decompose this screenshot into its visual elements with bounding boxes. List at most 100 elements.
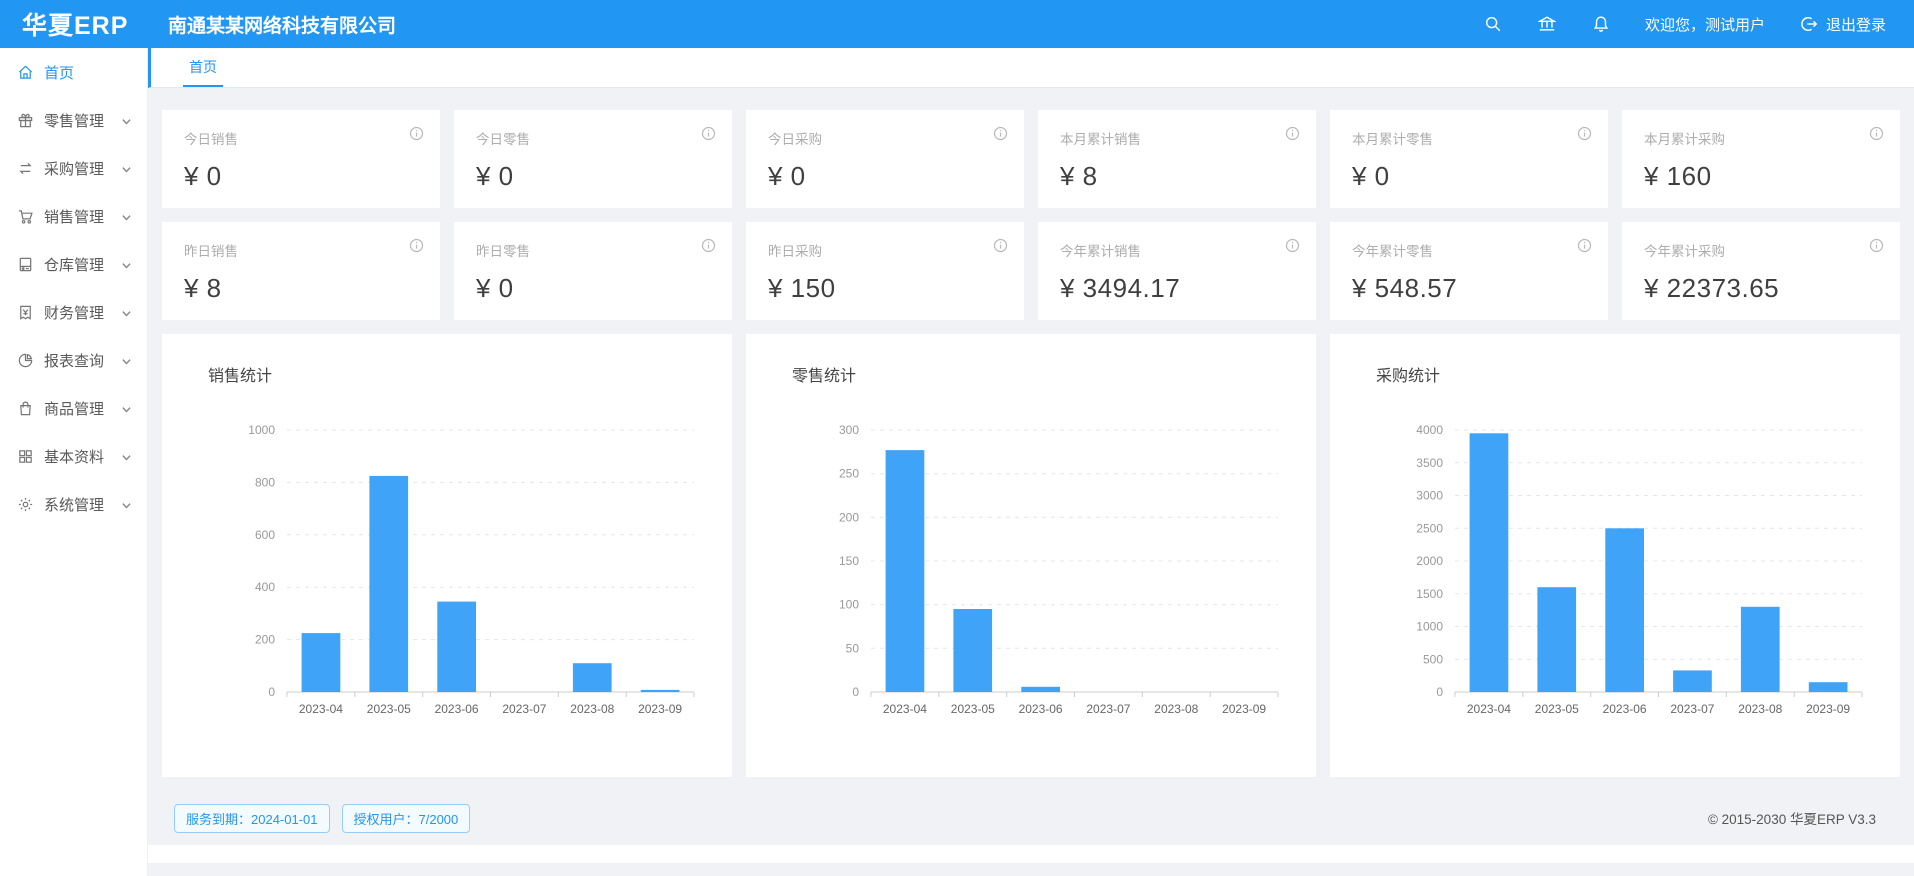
- copyright-text: © 2015-2030 华夏ERP V3.3: [1708, 808, 1890, 828]
- logout-button[interactable]: 退出登录: [1799, 14, 1886, 35]
- svg-text:2023-08: 2023-08: [1154, 702, 1198, 716]
- info-icon[interactable]: [993, 238, 1008, 258]
- info-icon[interactable]: [701, 238, 716, 258]
- bar-chart: 0501001502002503002023-042023-052023-062…: [766, 400, 1296, 732]
- info-icon[interactable]: [1285, 126, 1300, 146]
- chart-plot: 020040060080010002023-042023-052023-0620…: [182, 400, 712, 737]
- sidebar-item-label: 系统管理: [44, 494, 104, 515]
- chart-card-1: 零售统计 0501001502002503002023-042023-05202…: [746, 334, 1316, 777]
- sidebar-item-label: 基本资料: [44, 446, 104, 467]
- svg-text:2023-06: 2023-06: [1603, 702, 1647, 716]
- chevron-down-icon: [121, 258, 132, 275]
- chevron-down-icon: [121, 354, 132, 371]
- stat-card: 昨日零售 ¥ 0: [454, 222, 732, 320]
- sidebar-item-goods[interactable]: 商品管理: [0, 384, 147, 432]
- stat-card-label: 今日销售: [184, 128, 420, 148]
- stat-card-value: ¥ 548.57: [1352, 273, 1588, 304]
- charts-row: 销售统计 020040060080010002023-042023-052023…: [162, 334, 1900, 777]
- chart-plot: 050010001500200025003000350040002023-042…: [1350, 400, 1880, 737]
- svg-text:2023-04: 2023-04: [299, 702, 343, 716]
- svg-text:2500: 2500: [1416, 521, 1443, 535]
- chart-title: 销售统计: [208, 362, 712, 386]
- info-icon[interactable]: [701, 126, 716, 146]
- sidebar-item-finance[interactable]: 财务管理: [0, 288, 147, 336]
- svg-text:0: 0: [268, 685, 275, 699]
- stat-card: 本月累计销售 ¥ 8: [1038, 110, 1316, 208]
- stat-card-label: 昨日零售: [476, 240, 712, 260]
- sidebar-item-basic[interactable]: 基本资料: [0, 432, 147, 480]
- stat-card-value: ¥ 22373.65: [1644, 273, 1880, 304]
- stat-card-label: 昨日销售: [184, 240, 420, 260]
- svg-text:2023-08: 2023-08: [570, 702, 614, 716]
- chevron-down-icon: [121, 306, 132, 323]
- stat-card: 今年累计零售 ¥ 548.57: [1330, 222, 1608, 320]
- svg-text:150: 150: [839, 554, 859, 568]
- stat-card: 本月累计零售 ¥ 0: [1330, 110, 1608, 208]
- stat-card: 今日销售 ¥ 0: [162, 110, 440, 208]
- sidebar-item-warehouse[interactable]: 仓库管理: [0, 240, 147, 288]
- gift-icon: [17, 112, 34, 129]
- sidebar-item-retail[interactable]: 零售管理: [0, 96, 147, 144]
- bank-icon[interactable]: [1537, 14, 1557, 34]
- app-logo: 华夏ERP: [0, 6, 150, 42]
- chart-title: 零售统计: [792, 362, 1296, 386]
- gear-icon: [17, 496, 34, 513]
- sidebar-item-label: 销售管理: [44, 206, 104, 227]
- info-icon[interactable]: [1869, 126, 1884, 146]
- svg-text:100: 100: [839, 598, 859, 612]
- svg-text:200: 200: [839, 510, 859, 524]
- info-icon[interactable]: [409, 126, 424, 146]
- search-icon[interactable]: [1483, 14, 1503, 34]
- stat-card-label: 昨日采购: [768, 240, 1004, 260]
- info-icon[interactable]: [1577, 238, 1592, 258]
- footer-badges: 服务到期：2024-01-01授权用户：7/2000: [174, 804, 1708, 833]
- stat-card: 今日零售 ¥ 0: [454, 110, 732, 208]
- stat-card-value: ¥ 8: [1060, 161, 1296, 192]
- stat-card-label: 本月累计零售: [1352, 128, 1588, 148]
- tab-bar: 首页: [148, 48, 1914, 88]
- svg-text:400: 400: [255, 580, 275, 594]
- welcome-user[interactable]: 欢迎您，测试用户: [1645, 14, 1765, 35]
- sidebar-item-system[interactable]: 系统管理: [0, 480, 147, 528]
- sidebar-item-sales[interactable]: 销售管理: [0, 192, 147, 240]
- stat-card-label: 今年累计零售: [1352, 240, 1588, 260]
- stat-card-value: ¥ 0: [184, 161, 420, 192]
- svg-text:2023-09: 2023-09: [1222, 702, 1266, 716]
- info-icon[interactable]: [409, 238, 424, 258]
- info-icon[interactable]: [1285, 238, 1300, 258]
- stat-card-value: ¥ 150: [768, 273, 1004, 304]
- sidebar-item-purchase[interactable]: 采购管理: [0, 144, 147, 192]
- svg-text:2023-04: 2023-04: [883, 702, 927, 716]
- money-icon: [17, 304, 34, 321]
- pie-icon: [17, 352, 34, 369]
- footer-bar: 服务到期：2024-01-01授权用户：7/2000 © 2015-2030 华…: [162, 801, 1900, 835]
- appstore-icon: [17, 448, 34, 465]
- bar-chart: 020040060080010002023-042023-052023-0620…: [182, 400, 712, 732]
- chevron-down-icon: [121, 450, 132, 467]
- bell-icon[interactable]: [1591, 14, 1611, 34]
- chevron-down-icon: [121, 498, 132, 515]
- sidebar-item-reports[interactable]: 报表查询: [0, 336, 147, 384]
- chevron-down-icon: [121, 114, 132, 131]
- info-icon[interactable]: [993, 126, 1008, 146]
- chart-title: 采购统计: [1376, 362, 1880, 386]
- tab-home[interactable]: 首页: [183, 47, 223, 87]
- hdd-icon: [17, 256, 34, 273]
- erp-app: 华夏ERP 南通某某网络科技有限公司 欢迎您，测试用户 退出登录: [0, 0, 1914, 876]
- dashboard-content: 今日销售 ¥ 0 今日零售 ¥ 0 今日采购 ¥ 0 本月累计销售 ¥ 8 本月…: [148, 88, 1914, 876]
- svg-text:200: 200: [255, 633, 275, 647]
- main-area: 首页 今日销售 ¥ 0 今日零售 ¥ 0 今日采购 ¥ 0 本月累计销售 ¥ 8…: [148, 48, 1914, 876]
- top-header: 华夏ERP 南通某某网络科技有限公司 欢迎您，测试用户 退出登录: [0, 0, 1914, 48]
- stat-card-label: 本月累计采购: [1644, 128, 1880, 148]
- sidebar-item-home[interactable]: 首页: [0, 48, 147, 96]
- svg-text:2023-05: 2023-05: [367, 702, 411, 716]
- svg-text:2023-08: 2023-08: [1738, 702, 1782, 716]
- info-icon[interactable]: [1577, 126, 1592, 146]
- svg-text:1500: 1500: [1416, 587, 1443, 601]
- svg-text:2023-04: 2023-04: [1467, 702, 1511, 716]
- info-icon[interactable]: [1869, 238, 1884, 258]
- bar-chart: 050010001500200025003000350040002023-042…: [1350, 400, 1880, 732]
- svg-text:50: 50: [846, 641, 860, 655]
- stat-card-value: ¥ 160: [1644, 161, 1880, 192]
- stat-card-value: ¥ 0: [476, 161, 712, 192]
